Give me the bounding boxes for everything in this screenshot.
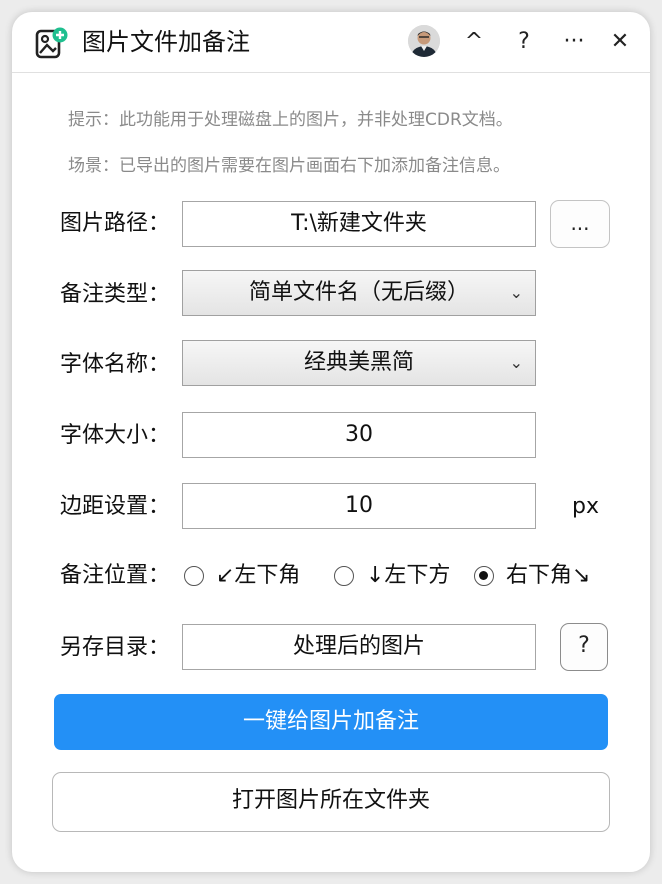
- close-button[interactable]: ✕: [602, 24, 638, 60]
- radio-indicator-checked: [474, 566, 494, 586]
- hint-scenario: 场景：已导出的图片需要在图片画面右下加添加备注信息。: [68, 156, 510, 176]
- font-size-input[interactable]: 30: [182, 412, 536, 458]
- margin-input[interactable]: 10: [182, 483, 536, 529]
- chevron-down-icon: ⌄: [509, 283, 523, 302]
- font-name-select[interactable]: 经典美黑简 ⌄: [182, 340, 536, 386]
- save-dir-help-button[interactable]: ?: [560, 623, 608, 671]
- app-window: 图片文件加备注 ^ ? ··· ✕ 提示：此功能用于处理磁盘上的图片，并非处理C…: [12, 12, 650, 872]
- margin-label: 边距设置：: [60, 494, 171, 519]
- save-dir-input[interactable]: 处理后的图片: [182, 624, 536, 670]
- title-bar: 图片文件加备注 ^ ? ··· ✕: [12, 12, 650, 73]
- font-name-value: 经典美黑简: [303, 350, 414, 375]
- note-type-select[interactable]: 简单文件名（无后缀） ⌄: [182, 270, 536, 316]
- more-button[interactable]: ···: [556, 24, 592, 60]
- user-avatar[interactable]: [408, 25, 440, 57]
- position-radio-group: ↙左下角 ↓左下方 右下角↘: [184, 560, 634, 592]
- save-dir-label: 另存目录：: [60, 635, 171, 660]
- open-folder-button[interactable]: 打开图片所在文件夹: [52, 772, 610, 832]
- margin-unit: px: [572, 494, 599, 519]
- note-type-label: 备注类型：: [60, 282, 171, 307]
- font-size-label: 字体大小：: [60, 423, 171, 448]
- radio-bottom-left-corner[interactable]: ↙左下角: [184, 560, 300, 592]
- radio-label: 右下角↘: [506, 563, 591, 588]
- hint-purpose: 提示：此功能用于处理磁盘上的图片，并非处理CDR文档。: [68, 110, 513, 130]
- radio-label: ↙左下角: [216, 563, 301, 588]
- radio-bottom-right-corner[interactable]: 右下角↘: [474, 560, 590, 592]
- help-button[interactable]: ?: [506, 24, 542, 60]
- browse-button[interactable]: ...: [550, 200, 610, 248]
- add-note-button[interactable]: 一键给图片加备注: [54, 694, 608, 750]
- note-type-value: 简单文件名（无后缀）: [248, 280, 469, 305]
- path-label: 图片路径：: [60, 211, 171, 236]
- radio-indicator: [184, 566, 204, 586]
- collapse-button[interactable]: ^: [456, 24, 492, 60]
- radio-indicator: [334, 566, 354, 586]
- font-name-label: 字体名称：: [60, 352, 171, 377]
- radio-label: ↓左下方: [366, 563, 451, 588]
- app-logo-icon: [34, 26, 68, 60]
- window-title: 图片文件加备注: [82, 28, 250, 56]
- chevron-down-icon: ⌄: [509, 353, 523, 372]
- path-input[interactable]: T:\新建文件夹: [182, 201, 536, 247]
- position-label: 备注位置：: [60, 563, 171, 588]
- radio-bottom-left[interactable]: ↓左下方: [334, 560, 450, 592]
